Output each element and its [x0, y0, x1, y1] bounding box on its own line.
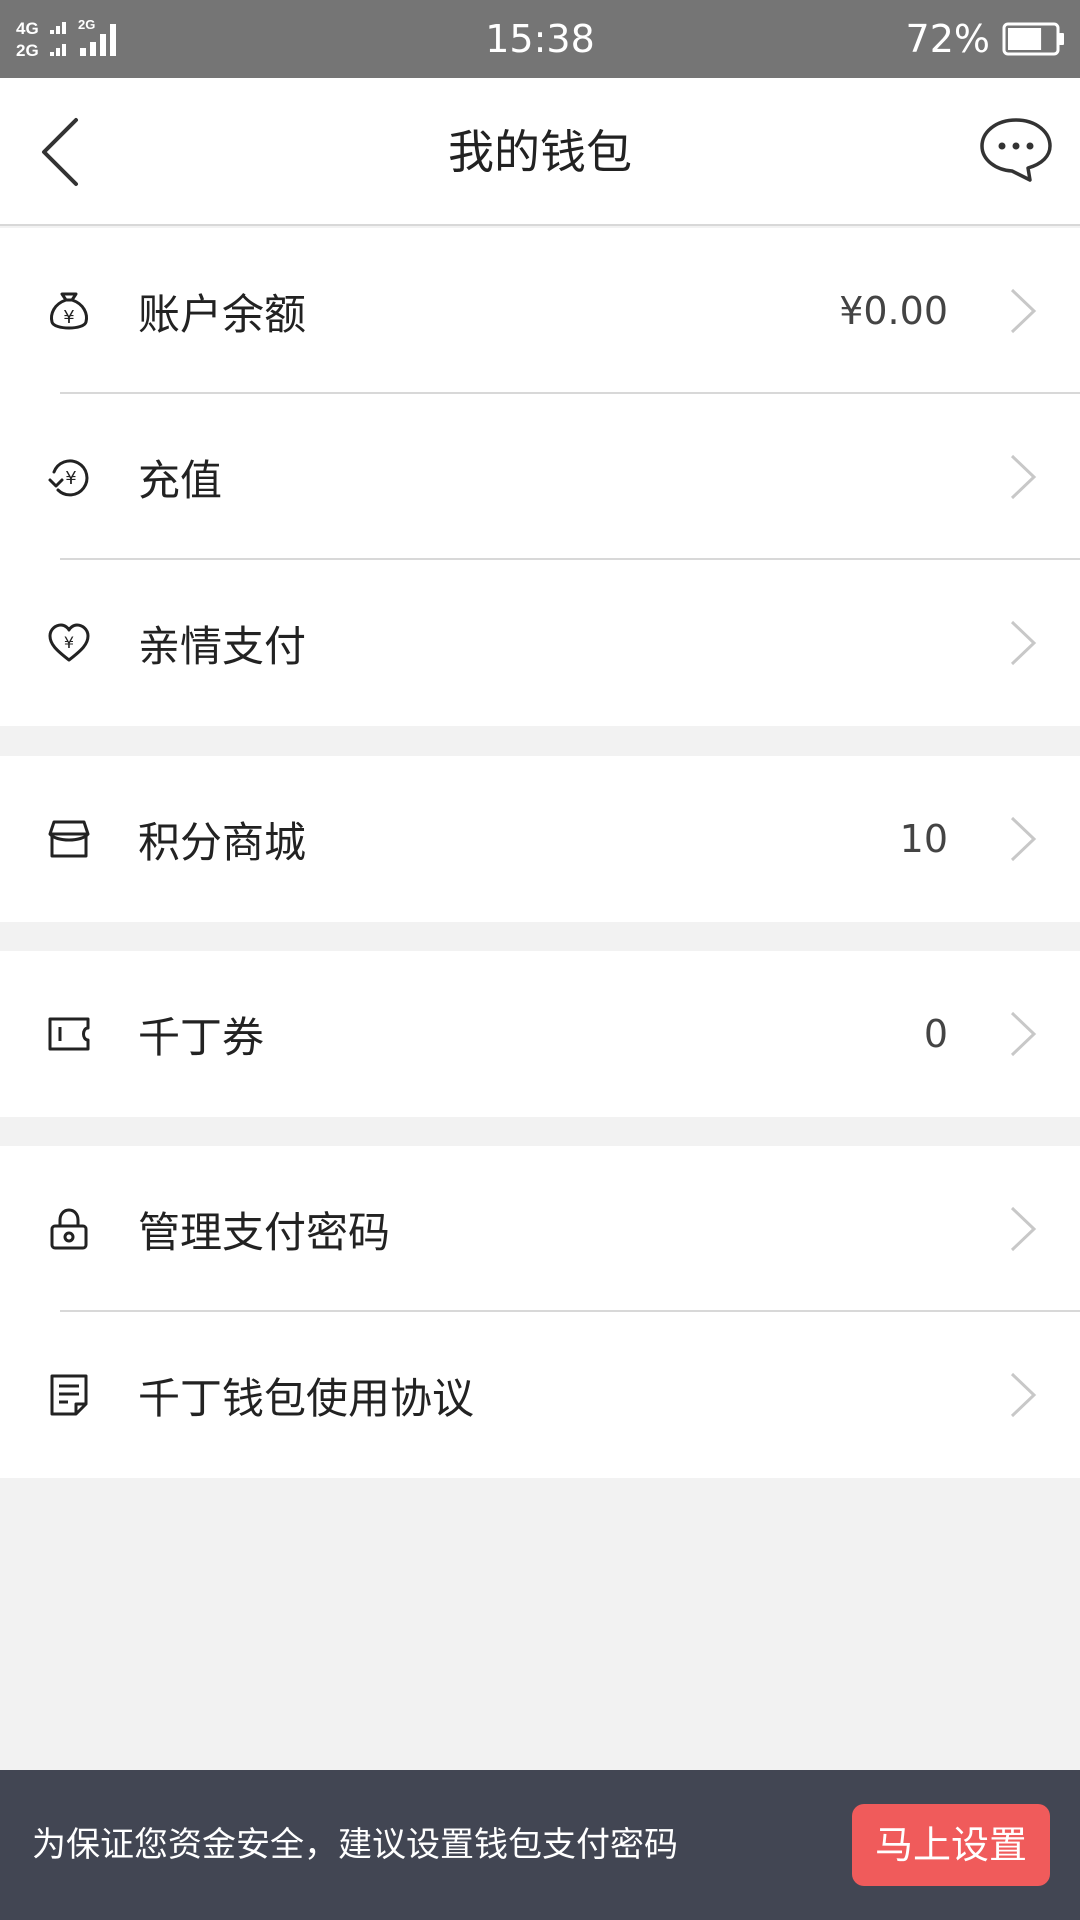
setup-now-button[interactable]: 马上设置 [852, 1804, 1050, 1886]
password-reminder-banner: 为保证您资金安全，建议设置钱包支付密码 马上设置 [0, 1770, 1080, 1920]
battery-percent: 72% [905, 17, 990, 61]
lock-icon [50, 1208, 88, 1250]
wallet-group-2: 积分商城 10 [0, 756, 1080, 922]
row-coupons[interactable]: 千丁券 0 [0, 951, 1080, 1117]
row-recharge[interactable]: ¥ 充值 [0, 394, 1080, 560]
chevron-right-icon [1010, 1011, 1037, 1057]
chevron-right-icon [1010, 1206, 1037, 1252]
message-button[interactable] [978, 116, 1054, 184]
row-account-balance[interactable]: ¥ 账户余额 ¥0.00 [0, 228, 1080, 394]
row-value: 10 [899, 817, 948, 861]
status-bar: 4G 2G 2G 15:38 72% [0, 0, 1080, 78]
money-bag-icon: ¥ [50, 292, 88, 330]
row-label: 千丁钱包使用协议 [138, 1373, 475, 1423]
row-payment-password[interactable]: 管理支付密码 [0, 1146, 1080, 1312]
row-value: 0 [923, 1012, 948, 1056]
row-label: 积分商城 [138, 817, 307, 867]
svg-text:¥: ¥ [65, 468, 76, 489]
svg-text:¥: ¥ [64, 633, 74, 652]
row-label: 千丁券 [138, 1012, 265, 1062]
chevron-right-icon [1010, 288, 1037, 334]
store-icon [48, 820, 90, 858]
wallet-group-1: ¥ 账户余额 ¥0.00 ¥ 充值 ¥ 亲情支付 [0, 228, 1080, 726]
row-wallet-agreement[interactable]: 千丁钱包使用协议 [0, 1312, 1080, 1478]
row-label: 管理支付密码 [138, 1207, 391, 1257]
row-value: ¥0.00 [839, 289, 948, 333]
row-points-mall[interactable]: 积分商城 10 [0, 756, 1080, 922]
row-label: 账户余额 [138, 289, 307, 339]
chevron-right-icon [1010, 620, 1037, 666]
wallet-group-3: 千丁券 0 [0, 951, 1080, 1117]
heart-yuan-icon: ¥ [48, 623, 90, 662]
chat-bubble-icon [980, 118, 1052, 182]
battery-icon [1002, 22, 1064, 56]
ticket-icon [48, 1017, 90, 1051]
chevron-right-icon [1010, 454, 1037, 500]
document-icon [50, 1374, 88, 1416]
recharge-icon: ¥ [48, 459, 89, 497]
chevron-right-icon [1010, 1372, 1037, 1418]
row-family-pay[interactable]: ¥ 亲情支付 [0, 560, 1080, 726]
row-label: 亲情支付 [138, 621, 307, 671]
banner-text: 为保证您资金安全，建议设置钱包支付密码 [32, 1825, 678, 1865]
chevron-right-icon [1010, 816, 1037, 862]
wallet-group-4: 管理支付密码 千丁钱包使用协议 [0, 1146, 1080, 1478]
header: 我的钱包 [0, 78, 1080, 226]
row-label: 充值 [138, 455, 223, 505]
svg-text:¥: ¥ [63, 307, 74, 328]
page-title: 我的钱包 [448, 125, 632, 179]
screen: 4G 2G 2G 15:38 72% 我的钱包 ¥ 账户余额 ¥0.00 ¥ 充… [0, 0, 1080, 1920]
